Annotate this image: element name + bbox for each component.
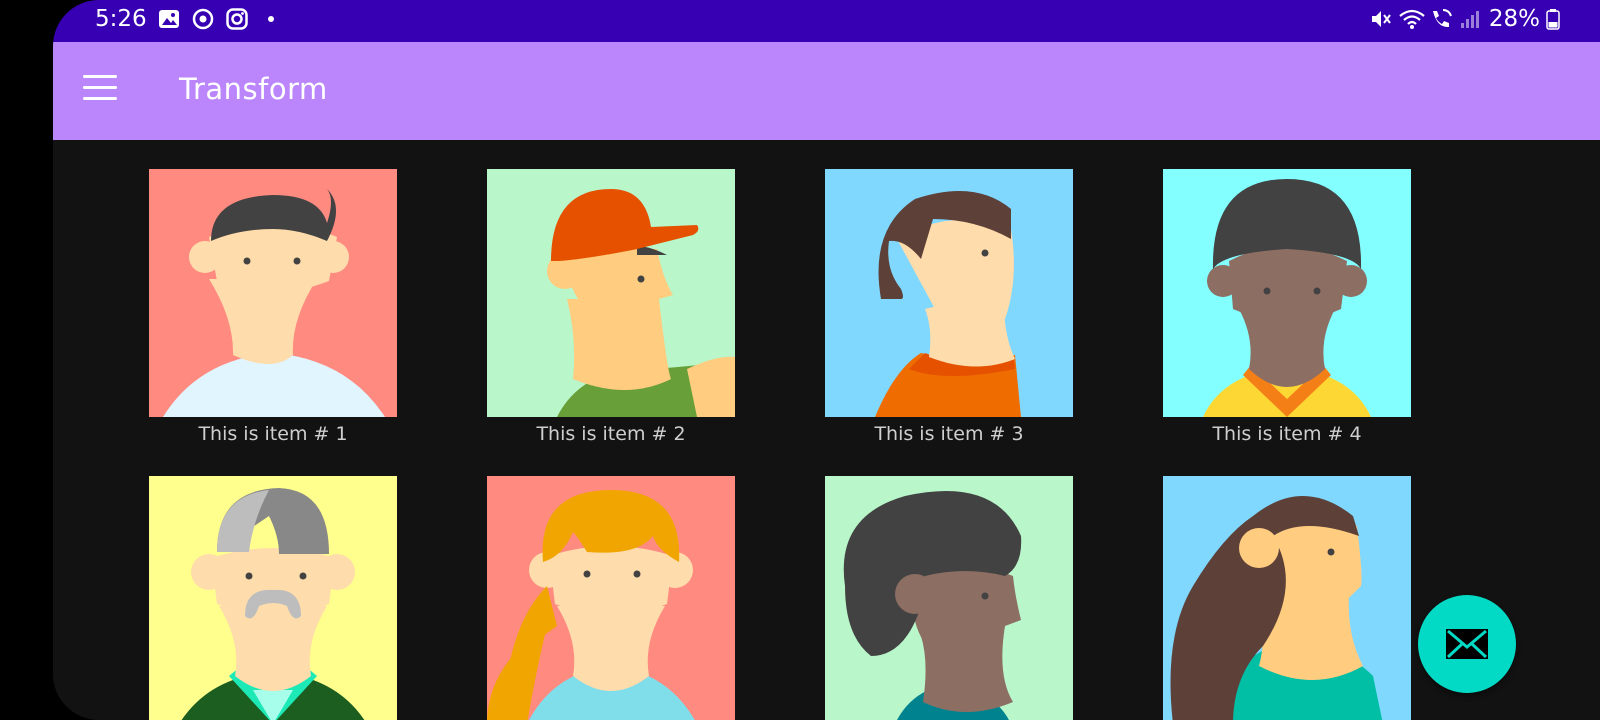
signal-icon xyxy=(1459,7,1483,31)
instagram-icon xyxy=(225,7,249,31)
avatar-image xyxy=(825,476,1073,720)
grid-item[interactable]: This is item # 2 xyxy=(487,169,735,445)
mute-icon xyxy=(1369,7,1393,31)
avatar-image xyxy=(825,169,1073,417)
wifi-call-icon xyxy=(1429,7,1453,31)
grid-item[interactable] xyxy=(1163,476,1411,720)
grid-item[interactable]: This is item # 1 xyxy=(149,169,397,445)
wifi-icon xyxy=(1399,7,1425,31)
compose-email-button[interactable] xyxy=(1418,595,1516,693)
sync-icon xyxy=(191,7,215,31)
app-window: 5:26 28% Transform This is item # 1 This… xyxy=(53,0,1600,720)
avatar-image xyxy=(1163,169,1411,417)
grid-item[interactable]: This is item # 4 xyxy=(1163,169,1411,445)
avatar-image xyxy=(487,169,735,417)
item-label: This is item # 3 xyxy=(874,423,1024,445)
app-bar: Transform xyxy=(53,42,1600,140)
battery-percent: 28% xyxy=(1488,6,1540,32)
status-time: 5:26 xyxy=(95,6,147,32)
avatar-image xyxy=(149,169,397,417)
battery-icon xyxy=(1546,7,1570,31)
status-bar: 5:26 28% xyxy=(53,0,1600,42)
grid-item[interactable] xyxy=(487,476,735,720)
grid-item[interactable] xyxy=(825,476,1073,720)
avatar-image xyxy=(487,476,735,720)
page-title: Transform xyxy=(179,72,328,106)
image-grid: This is item # 1 This is item # 2 This i… xyxy=(53,140,1600,720)
item-label: This is item # 1 xyxy=(198,423,348,445)
grid-item[interactable] xyxy=(149,476,397,720)
avatar-image xyxy=(149,476,397,720)
gallery-icon xyxy=(157,7,181,31)
item-label: This is item # 4 xyxy=(1212,423,1362,445)
grid-item[interactable]: This is item # 3 xyxy=(825,169,1073,445)
email-icon xyxy=(1446,629,1488,659)
hamburger-menu-icon[interactable] xyxy=(83,75,119,103)
avatar-image xyxy=(1163,476,1411,720)
item-label: This is item # 2 xyxy=(536,423,686,445)
notification-dot-icon xyxy=(259,7,283,31)
